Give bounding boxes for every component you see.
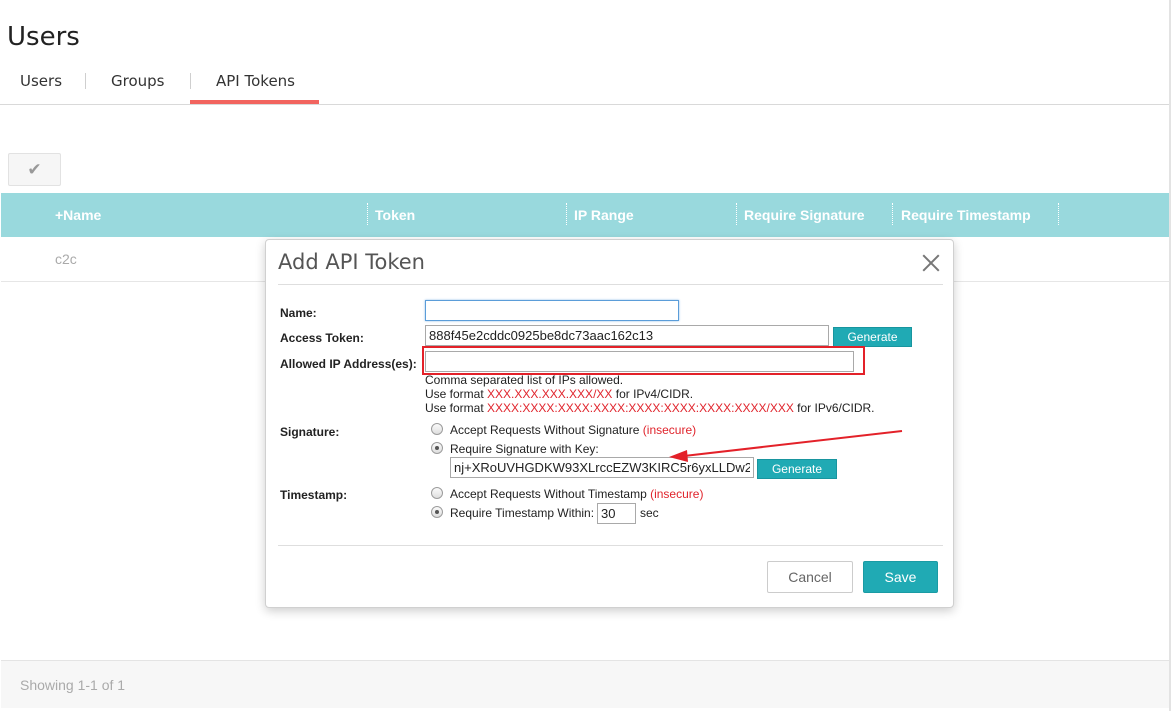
active-tab-indicator: [190, 100, 319, 104]
annotation-arrow: [669, 430, 903, 462]
table-header: +Name Token IP Range Require Signature R…: [1, 193, 1169, 237]
column-resize-handle[interactable]: [566, 203, 567, 225]
column-resize-handle[interactable]: [736, 203, 737, 225]
tab-api-tokens[interactable]: API Tokens: [216, 72, 295, 90]
column-header-require-signature[interactable]: Require Signature: [744, 207, 865, 223]
pagination-status: Showing 1-1 of 1: [20, 677, 126, 693]
tab-bar: Users Groups API Tokens: [0, 60, 1169, 105]
column-header-ip-range[interactable]: IP Range: [574, 207, 634, 223]
page-title: Users: [7, 22, 80, 52]
table-footer: Showing 1-1 of 1: [1, 660, 1169, 708]
column-resize-handle[interactable]: [367, 203, 368, 225]
tab-users[interactable]: Users: [20, 72, 62, 90]
column-header-name[interactable]: +Name: [55, 207, 101, 223]
tab-separator: [190, 73, 191, 89]
add-api-token-dialog: Add API Token Name: Access Token: Genera…: [265, 239, 954, 608]
row-name-cell: c2c: [55, 251, 77, 267]
column-header-token[interactable]: Token: [375, 207, 415, 223]
confirm-button[interactable]: ✔: [8, 153, 61, 186]
column-header-require-timestamp[interactable]: Require Timestamp: [901, 207, 1031, 223]
annotation-arrow-line: [683, 430, 903, 457]
tab-groups[interactable]: Groups: [111, 72, 164, 90]
column-resize-handle[interactable]: [1058, 203, 1059, 225]
check-icon: ✔: [27, 159, 42, 179]
annotation-arrow-head: [669, 450, 688, 462]
tab-separator: [85, 73, 86, 89]
column-resize-handle[interactable]: [892, 203, 893, 225]
page-right-border: [1169, 0, 1171, 711]
